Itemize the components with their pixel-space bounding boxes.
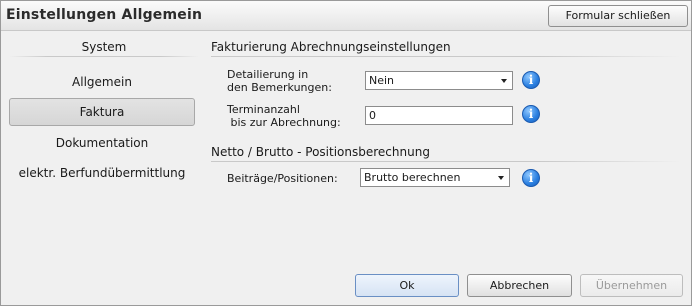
info-icon[interactable]: i <box>522 71 540 89</box>
chevron-down-icon <box>498 176 504 180</box>
info-icon[interactable]: i <box>522 169 540 187</box>
appointment-count-input[interactable]: 0 <box>365 106 513 125</box>
info-icon[interactable]: i <box>522 105 540 123</box>
sidebar-item-befundübermittlung[interactable]: elektr. Berfundübermittlung <box>3 159 201 187</box>
appointment-count-label: Terminanzahl bis zur Abrechnung: <box>227 103 341 129</box>
detail-select-value: Nein <box>369 74 395 87</box>
billing-section-title: Fakturierung Abrechnungseinstellungen <box>211 40 451 54</box>
settings-window: Einstellungen Allgemein Formular schließ… <box>0 0 692 306</box>
cancel-button[interactable]: Abbrechen <box>467 274 572 297</box>
billing-section-divider <box>211 56 681 57</box>
netto-section-title: Netto / Brutto - Positionsberechnung <box>211 145 430 159</box>
sidebar-item-allgemein[interactable]: Allgemein <box>9 68 195 96</box>
netto-section-divider <box>211 161 681 162</box>
sidebar-item-faktura[interactable]: Faktura <box>9 98 195 126</box>
positions-select[interactable]: Brutto berechnen <box>360 168 510 187</box>
title-bar: Einstellungen Allgemein Formular schließ… <box>1 1 691 31</box>
detail-select[interactable]: Nein <box>365 71 513 90</box>
positions-label: Beiträge/Positionen: <box>227 172 338 185</box>
sidebar-header: System <box>81 40 127 54</box>
sidebar-item-dokumentation[interactable]: Dokumentation <box>9 129 195 157</box>
apply-button[interactable]: Übernehmen <box>580 274 683 297</box>
positions-select-value: Brutto berechnen <box>364 171 461 184</box>
chevron-down-icon <box>501 79 507 83</box>
ok-button[interactable]: Ok <box>355 274 459 297</box>
close-form-button[interactable]: Formular schließen <box>548 5 688 27</box>
window-title: Einstellungen Allgemein <box>6 7 203 23</box>
detail-label: Detailierung in den Bemerkungen: <box>227 68 332 94</box>
sidebar-divider <box>9 56 199 57</box>
